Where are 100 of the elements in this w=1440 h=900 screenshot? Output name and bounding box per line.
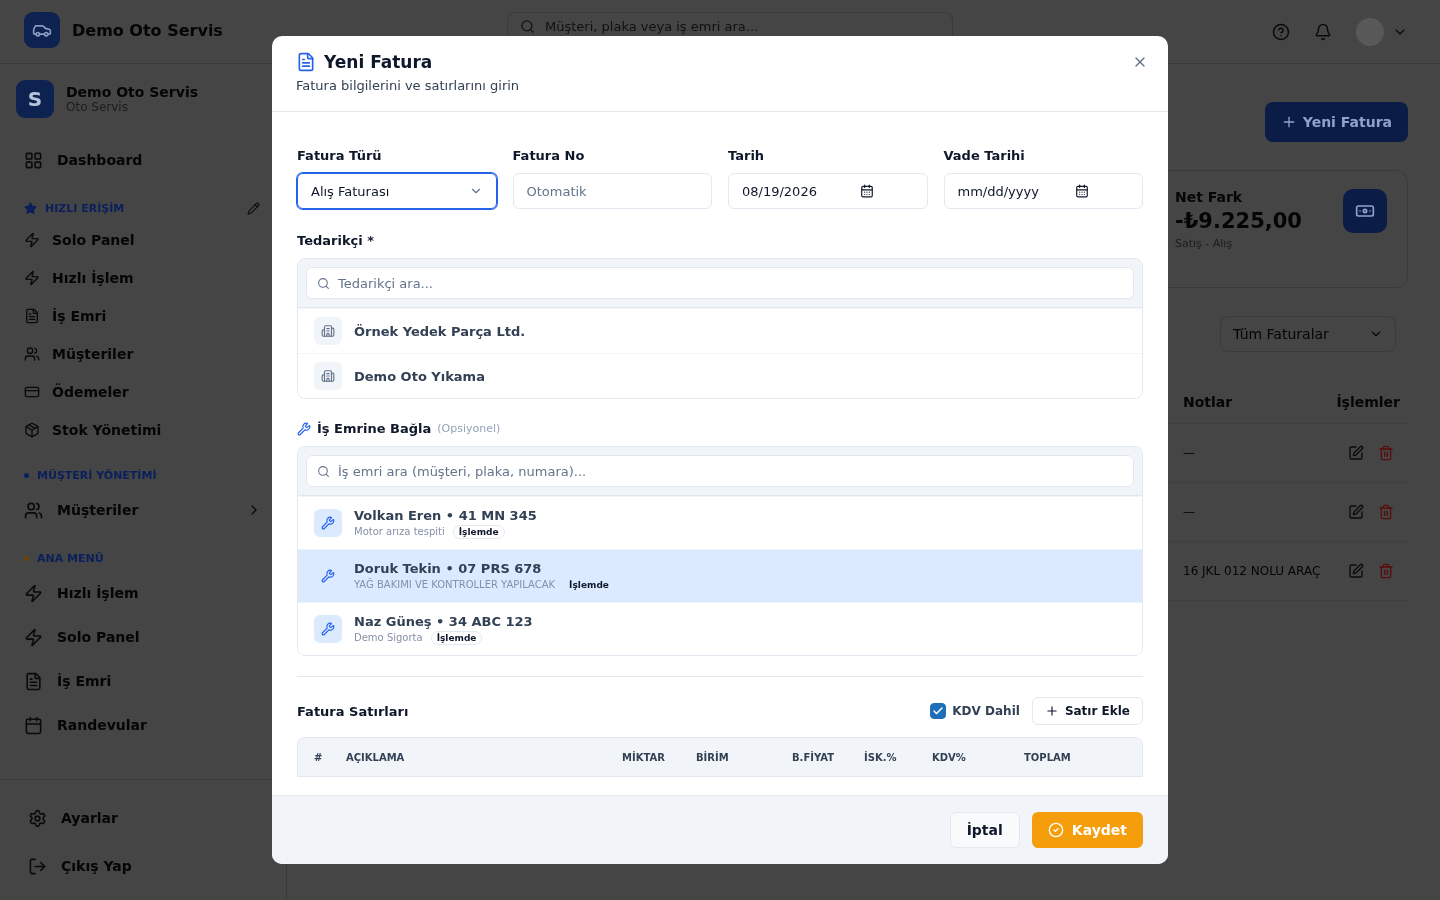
status-label: İşlemde — [569, 579, 609, 590]
column-header: Notlar — [1183, 393, 1233, 410]
package-icon — [24, 422, 40, 438]
search-field[interactable]: Tedarikçi ara... — [306, 267, 1134, 299]
document-icon — [24, 671, 43, 691]
nav-item[interactable]: Dashboard — [0, 138, 286, 182]
column-header: TOPLAM — [1024, 751, 1072, 763]
checkbox[interactable] — [930, 703, 947, 719]
column-header: B.FİYAT — [792, 751, 836, 763]
section-title: ANA MENÜ — [37, 552, 104, 565]
section-title: Fatura Satırları — [297, 703, 409, 719]
nav-item[interactable]: Hızlı İşlem — [0, 571, 286, 615]
nav-item[interactable]: Solo Panel — [0, 221, 286, 259]
status-label: İşlemde — [436, 632, 477, 643]
users-icon — [24, 500, 43, 520]
bell-icon[interactable] — [1314, 23, 1332, 41]
search-icon — [317, 276, 330, 290]
trash-icon[interactable] — [1378, 445, 1394, 461]
logout-icon — [28, 856, 47, 876]
brand-name: Demo Oto Servis — [72, 20, 223, 40]
nav-item[interactable]: Ayarlar — [0, 794, 286, 842]
cancel-button[interactable]: İptal — [949, 812, 1020, 848]
work-order-description: Demo Sigorta — [354, 632, 423, 643]
work-order-description: Motor arıza tespiti — [354, 526, 445, 537]
stat-label: Net Fark — [1175, 189, 1244, 205]
input-field[interactable]: Otomatik — [512, 173, 712, 209]
work-order-title: Naz Güneş • 34 ABC 123 — [354, 613, 533, 629]
work-order-title: Volkan Eren • 41 MN 345 — [354, 507, 537, 523]
nav-item[interactable]: Hızlı İşlem — [0, 259, 286, 297]
lightning-icon — [24, 270, 40, 286]
table-cell: 16 JKL 012 NOLU ARAÇ — [1183, 564, 1321, 578]
column-header: MİKTAR — [622, 751, 666, 763]
work-order-title: Doruk Tekin • 07 PRS 678 — [354, 560, 543, 576]
nav-item[interactable]: Müşteriler — [0, 335, 286, 373]
nav-item[interactable]: Çıkış Yap — [0, 842, 286, 890]
field-label: İş Emrine Bağla — [317, 421, 432, 436]
lightning-icon — [24, 627, 43, 647]
table-cell: — — [1183, 505, 1195, 519]
work-order-item[interactable]: Naz Güneş • 34 ABC 123 Demo Sigorta İşlemde — [298, 602, 1142, 655]
nav-item[interactable]: İş Emri — [0, 659, 286, 703]
logo-icon — [24, 12, 60, 48]
banknote-icon — [1343, 189, 1387, 233]
grid-icon — [24, 150, 43, 170]
edit-icon[interactable] — [1348, 445, 1364, 461]
trash-icon[interactable] — [1378, 504, 1394, 520]
nav-item[interactable]: Stok Yönetimi — [0, 411, 286, 449]
calendar-icon[interactable] — [1075, 184, 1089, 198]
help-icon[interactable] — [1272, 23, 1290, 41]
save-button[interactable]: Kaydet — [1031, 812, 1143, 848]
column-header: İşlemler — [1336, 393, 1400, 410]
check-circle-icon — [1047, 822, 1064, 838]
calendar-icon[interactable] — [859, 184, 874, 198]
building-icon — [314, 362, 342, 390]
checkmark-icon — [932, 705, 945, 717]
date-field[interactable]: mm/dd/yyyy — [943, 173, 1143, 209]
column-header: AÇIKLAMA — [346, 751, 406, 763]
users-icon — [24, 346, 40, 362]
building-icon — [314, 317, 342, 345]
filter-dropdown[interactable]: Tüm Faturalar — [1220, 316, 1396, 352]
nav-item[interactable]: Ödemeler — [0, 373, 286, 411]
checkbox-label: KDV Dahil — [952, 704, 1020, 718]
nav-item[interactable]: Randevular — [0, 703, 286, 747]
column-header: KDV% — [932, 751, 967, 763]
section-title: HIZLI ERİŞİM — [45, 202, 125, 215]
add-row-button[interactable]: Satır Ekle — [1031, 697, 1143, 725]
search-icon — [317, 464, 330, 478]
wrench-icon — [314, 509, 342, 537]
column-header: BİRİM — [696, 751, 730, 763]
date-field[interactable]: 08/19/2026 — [728, 173, 928, 209]
supplier-item[interactable]: Demo Oto Yıkama — [298, 353, 1142, 398]
new-invoice-button[interactable]: Yeni Fatura — [1264, 102, 1408, 142]
column-header: İSK.% — [864, 751, 898, 763]
wrench-icon — [297, 421, 311, 436]
edit-icon[interactable] — [1348, 563, 1364, 579]
edit-icon[interactable] — [1348, 504, 1364, 520]
nav-item[interactable]: Müşteriler — [0, 488, 286, 532]
pencil-icon[interactable] — [247, 202, 260, 215]
select-field[interactable]: Alış Faturası — [297, 173, 497, 209]
search-icon — [520, 19, 535, 34]
plus-icon — [1044, 704, 1059, 718]
dialog-subtitle: Fatura bilgilerini ve satırlarını girin — [296, 78, 521, 93]
wrench-icon — [314, 615, 342, 643]
field-label: Tarih — [728, 148, 766, 163]
lightning-icon — [24, 232, 40, 248]
stat-value: -₺9.225,00 — [1175, 209, 1302, 233]
settings-icon — [28, 808, 47, 828]
status-label: İşlemde — [458, 526, 499, 537]
trash-icon[interactable] — [1378, 563, 1394, 579]
lightning-icon — [24, 583, 43, 603]
dialog-title: Yeni Fatura — [324, 52, 433, 72]
nav-item[interactable]: İş Emri — [0, 297, 286, 335]
work-order-item[interactable]: Doruk Tekin • 07 PRS 678 YAĞ BAKIMI VE KONTROLLER YAPILACAK İşlemde — [298, 549, 1142, 602]
workspace-name: Demo Oto Servis — [66, 84, 199, 100]
document-icon — [24, 308, 40, 324]
search-field[interactable]: İş emri ara (müşteri, plaka, numara)... — [306, 455, 1134, 487]
field-label: Fatura Türü — [297, 148, 383, 163]
credit-card-icon — [24, 384, 40, 400]
nav-item[interactable]: Solo Panel — [0, 615, 286, 659]
calendar-icon — [24, 715, 43, 735]
document-icon — [296, 52, 316, 72]
